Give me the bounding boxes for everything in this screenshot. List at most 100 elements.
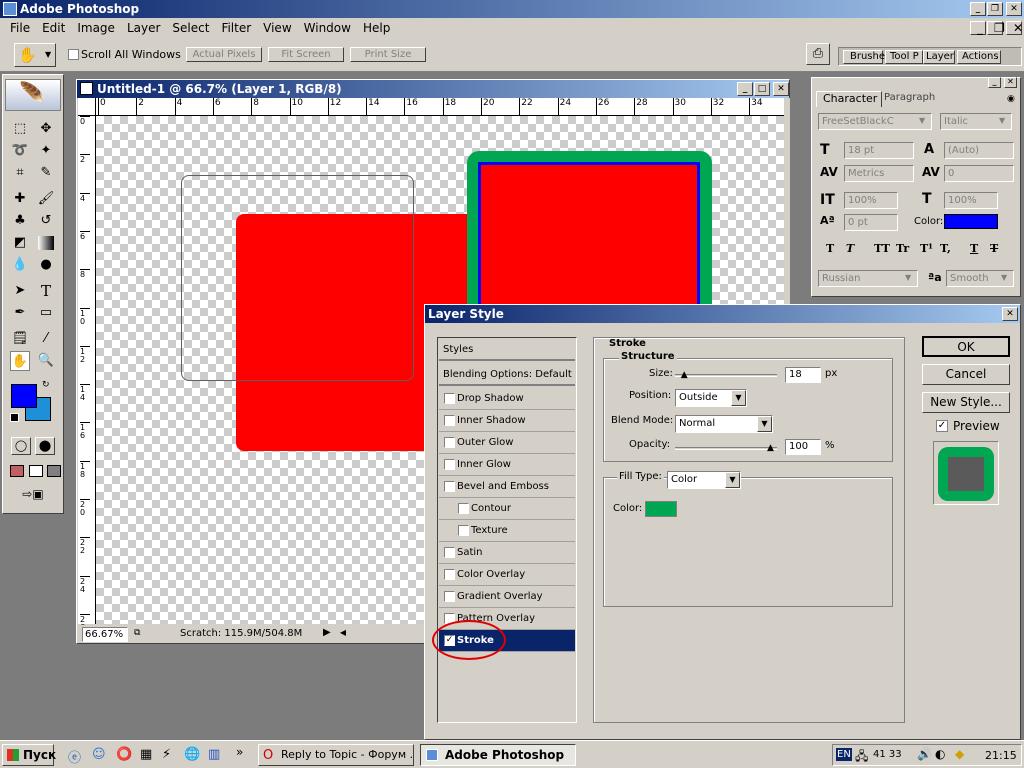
language-select[interactable]: Russian <box>818 270 918 287</box>
quicklaunch-ie-icon[interactable]: ⓔ <box>68 747 81 766</box>
screen-mode-2-icon[interactable] <box>29 465 43 477</box>
menu-window[interactable]: Window <box>298 21 357 35</box>
style-item-gradient-overlay[interactable]: Gradient Overlay <box>439 586 575 608</box>
new-style-button[interactable]: New Style... <box>922 392 1010 413</box>
underline-icon[interactable]: T <box>970 242 978 255</box>
preview-checkbox[interactable]: ✓ <box>936 420 948 432</box>
document-close-button[interactable]: ✕ <box>773 82 789 96</box>
tool-preset-picker[interactable]: ✋ ▼ <box>14 43 56 67</box>
size-slider-thumb[interactable]: ▲ <box>681 371 688 380</box>
lasso-tool-icon[interactable]: ➰ <box>10 141 30 161</box>
blend-mode-select[interactable]: Normal ▼ <box>675 415 773 433</box>
quicklaunch-bars-icon[interactable]: ▥ <box>208 747 220 762</box>
tab-paragraph[interactable]: Paragraph <box>884 92 935 103</box>
panel-menu-icon[interactable]: ◉ <box>1007 94 1015 104</box>
faux-bold-icon[interactable]: T <box>826 242 834 255</box>
all-caps-icon[interactable]: TT <box>874 242 890 255</box>
style-checkbox[interactable] <box>444 437 455 448</box>
language-indicator[interactable]: EN <box>836 748 852 761</box>
quick-mask-icon[interactable]: ⬤ <box>35 437 55 455</box>
subscript-icon[interactable]: T, <box>940 242 951 255</box>
size-input[interactable]: 18 <box>785 367 821 383</box>
scroll-all-checkbox[interactable] <box>68 49 79 60</box>
vertical-ruler[interactable]: 024681 01 21 41 61 82 02 22 42 6 <box>78 116 96 631</box>
doc-restore-button[interactable]: ❐ <box>987 21 1005 35</box>
eraser-tool-icon[interactable]: ◩ <box>10 233 30 253</box>
tray-volume-icon[interactable]: 🔊 <box>917 747 932 761</box>
menu-layer[interactable]: Layer <box>121 21 166 35</box>
baseline-shift-field[interactable]: 0 pt <box>844 214 898 231</box>
style-checkbox[interactable] <box>444 415 455 426</box>
actual-pixels-button[interactable]: Actual Pixels <box>186 47 262 62</box>
opacity-input[interactable]: 100 <box>785 439 821 455</box>
eyedropper-icon[interactable]: ⁄ <box>36 329 56 349</box>
style-item-color-overlay[interactable]: Color Overlay <box>439 564 575 586</box>
text-color-swatch[interactable] <box>944 214 998 229</box>
style-item-inner-shadow[interactable]: Inner Shadow <box>439 410 575 432</box>
ok-button[interactable]: OK <box>922 336 1010 357</box>
stroke-color-swatch[interactable] <box>645 501 677 517</box>
font-family-select[interactable]: FreeSetBlackC <box>818 113 932 130</box>
style-checkbox[interactable] <box>444 393 455 404</box>
style-item-texture[interactable]: Texture <box>439 520 575 542</box>
doc-close-button[interactable]: ✕ <box>1006 21 1023 35</box>
dodge-tool-icon[interactable]: ● <box>36 255 56 275</box>
task-adobe-photoshop[interactable]: Adobe Photoshop <box>420 744 576 766</box>
palette-tab-actions[interactable]: Actions <box>957 50 1001 64</box>
status-info-icon[interactable]: ⧉ <box>134 628 140 638</box>
quicklaunch-messenger-icon[interactable]: ☺ <box>92 747 106 762</box>
kerning-select[interactable]: Metrics <box>844 165 914 182</box>
tray-warning-icon[interactable]: ◆ <box>955 747 964 761</box>
opacity-slider[interactable]: ▲ <box>675 444 777 453</box>
screen-mode-1-icon[interactable] <box>10 465 24 477</box>
zoom-field[interactable]: 66.67% <box>82 627 128 642</box>
style-checkbox[interactable] <box>444 459 455 470</box>
doc-minimize-button[interactable]: _ <box>970 21 986 35</box>
menu-edit[interactable]: Edit <box>36 21 71 35</box>
tray-misc-icon[interactable]: ◐ <box>935 747 945 761</box>
vertical-scale-field[interactable]: 100% <box>844 192 898 209</box>
panel-close-button[interactable]: ✕ <box>1004 77 1017 88</box>
standard-mode-icon[interactable]: ◯ <box>11 437 31 455</box>
style-checkbox[interactable] <box>458 503 469 514</box>
crop-tool-icon[interactable]: ⌗ <box>10 163 30 183</box>
font-size-select[interactable]: 18 pt <box>844 142 914 159</box>
fill-type-select[interactable]: Color ▼ <box>667 471 741 489</box>
opacity-slider-thumb[interactable]: ▲ <box>767 444 774 453</box>
tray-network-icon[interactable]: 🖧 <box>855 747 868 768</box>
slice-tool-icon[interactable]: ✎ <box>36 163 56 183</box>
size-slider[interactable]: ▲ <box>675 371 777 380</box>
magic-wand-icon[interactable]: ✦ <box>36 141 56 161</box>
style-checkbox[interactable] <box>444 481 455 492</box>
menu-view[interactable]: View <box>257 21 297 35</box>
tab-character[interactable]: Character <box>816 91 882 107</box>
type-tool-icon[interactable]: T <box>36 281 56 301</box>
task-reply-to-topic[interactable]: O Reply to Topic - Форум ... <box>258 744 414 766</box>
horizontal-ruler[interactable]: 0 2 4 6 8 10 12 14 16 18 20 22 24 26 28 30 32 34 <box>96 98 784 116</box>
menu-image[interactable]: Image <box>71 21 121 35</box>
clone-stamp-icon[interactable]: ♣ <box>10 211 30 231</box>
move-tool-icon[interactable]: ✥ <box>36 119 56 139</box>
foreground-color-swatch[interactable] <box>11 384 37 408</box>
panel-minimize-button[interactable]: _ <box>988 77 1001 88</box>
style-checkbox[interactable] <box>444 547 455 558</box>
file-browser-icon[interactable]: ⎙ <box>806 43 830 65</box>
swap-colors-icon[interactable]: ↻ <box>42 380 50 390</box>
pen-tool-icon[interactable]: ✒ <box>10 303 30 323</box>
scroll-left-icon[interactable]: ◀ <box>336 626 350 641</box>
healing-brush-icon[interactable]: ✚ <box>10 189 30 209</box>
path-select-icon[interactable]: ➤ <box>10 281 30 301</box>
default-colors-icon[interactable] <box>10 413 19 422</box>
marquee-tool-icon[interactable]: ⬚ <box>10 119 30 139</box>
menu-filter[interactable]: Filter <box>215 21 257 35</box>
menu-help[interactable]: Help <box>357 21 396 35</box>
brush-tool-icon[interactable]: 🖌 <box>36 189 56 209</box>
styles-header[interactable]: Styles <box>439 339 575 361</box>
hand-tool-icon[interactable]: ✋ <box>10 351 30 371</box>
quicklaunch-winamp-icon[interactable]: ⚡ <box>162 747 171 762</box>
notes-tool-icon[interactable]: 🗒 <box>10 329 30 349</box>
palette-tab-tool-presets[interactable]: Tool P <box>885 50 923 64</box>
leading-select[interactable]: (Auto) <box>944 142 1014 159</box>
dialog-close-button[interactable]: ✕ <box>1002 307 1018 321</box>
gradient-tool-icon[interactable] <box>38 236 54 250</box>
